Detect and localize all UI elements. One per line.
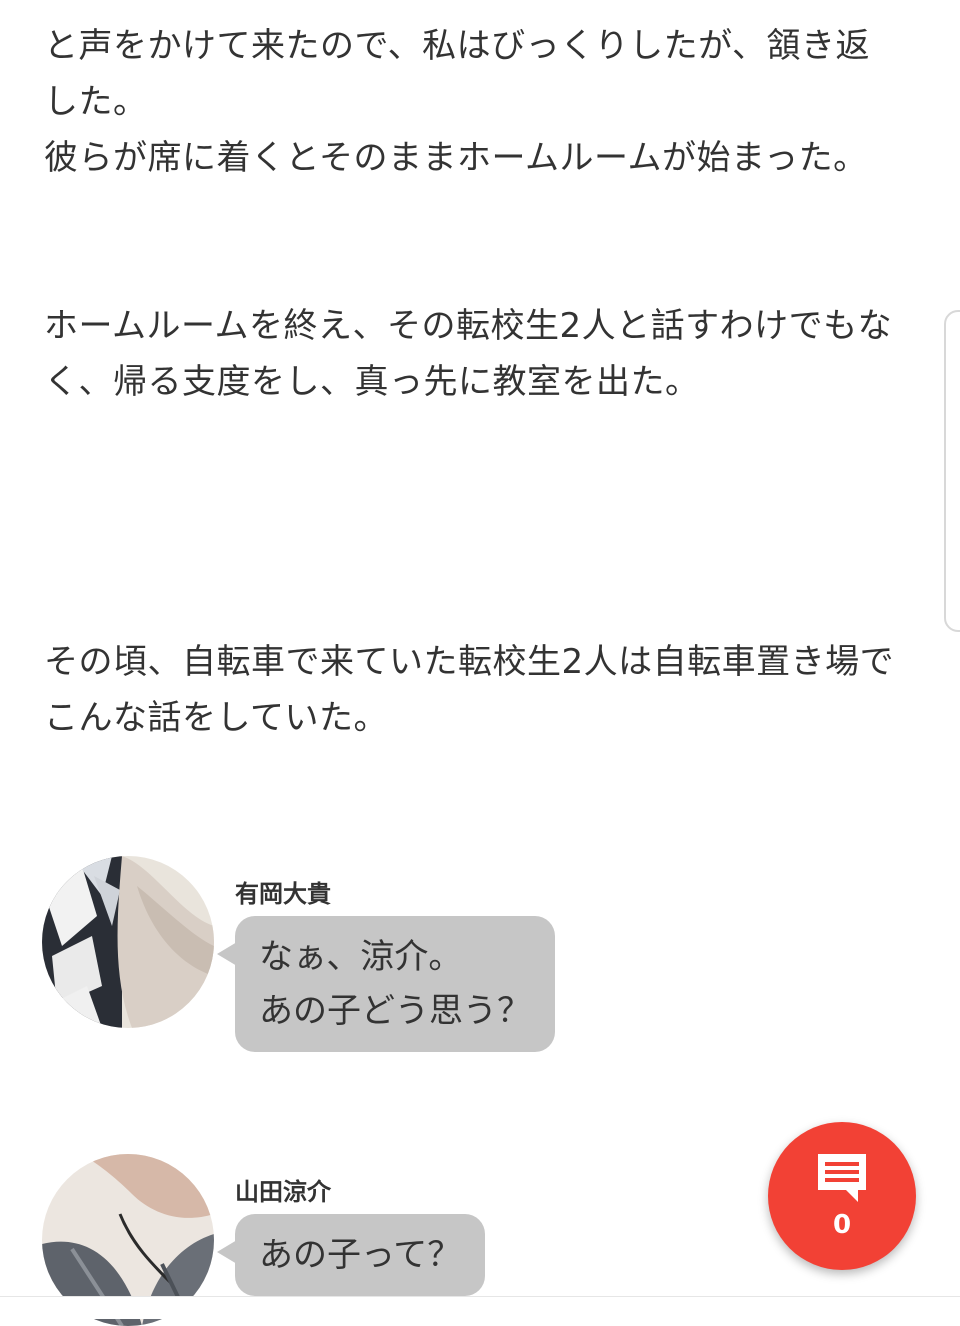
story-line: ホームルームを終え、その転校生2人と話すわけでもな xyxy=(44,306,893,346)
story-line: した。 xyxy=(44,82,148,122)
avatar xyxy=(42,856,214,1028)
comment-icon xyxy=(818,1154,866,1202)
speech-bubble: あの子って？ xyxy=(216,1214,486,1296)
speech-bubble: なぁ、涼介。 あの子どう思う？ xyxy=(217,916,555,1052)
comment-count: 0 xyxy=(832,1210,852,1240)
comment-button[interactable]: 0 xyxy=(768,1122,916,1270)
story-paragraph-2: ホームルームを終え、その転校生2人と話すわけでもな く、帰る支度をし、真っ先に教… xyxy=(44,298,930,410)
bubble-line: あの子って？ xyxy=(259,1235,462,1275)
story-paragraph-3: その頃、自転車で来ていた転校生2人は自転車置き場で こんな話をしていた。 xyxy=(44,634,930,746)
story-line: こんな話をしていた。 xyxy=(44,698,388,738)
story-line: 彼らが席に着くとそのままホームルームが始まった。 xyxy=(44,138,868,178)
story-line: く、帰る支度をし、真っ先に教室を出た。 xyxy=(44,362,700,402)
side-scroll-tab[interactable] xyxy=(944,310,960,632)
story-line: その頃、自転車で来ていた転校生2人は自転車置き場で xyxy=(44,642,895,682)
speaker-name: 有岡大貴 xyxy=(235,880,331,908)
bubble-line: あの子どう思う？ xyxy=(259,991,531,1031)
speaker-name: 山田涼介 xyxy=(235,1178,331,1206)
story-paragraph-1: と声をかけて来たので、私はびっくりしたが、頷き返 した。 彼らが席に着くとそのま… xyxy=(44,18,930,186)
bubble-line: なぁ、涼介。 xyxy=(259,937,463,977)
story-line: と声をかけて来たので、私はびっくりしたが、頷き返 xyxy=(44,26,870,66)
bottom-bar xyxy=(0,1296,960,1319)
